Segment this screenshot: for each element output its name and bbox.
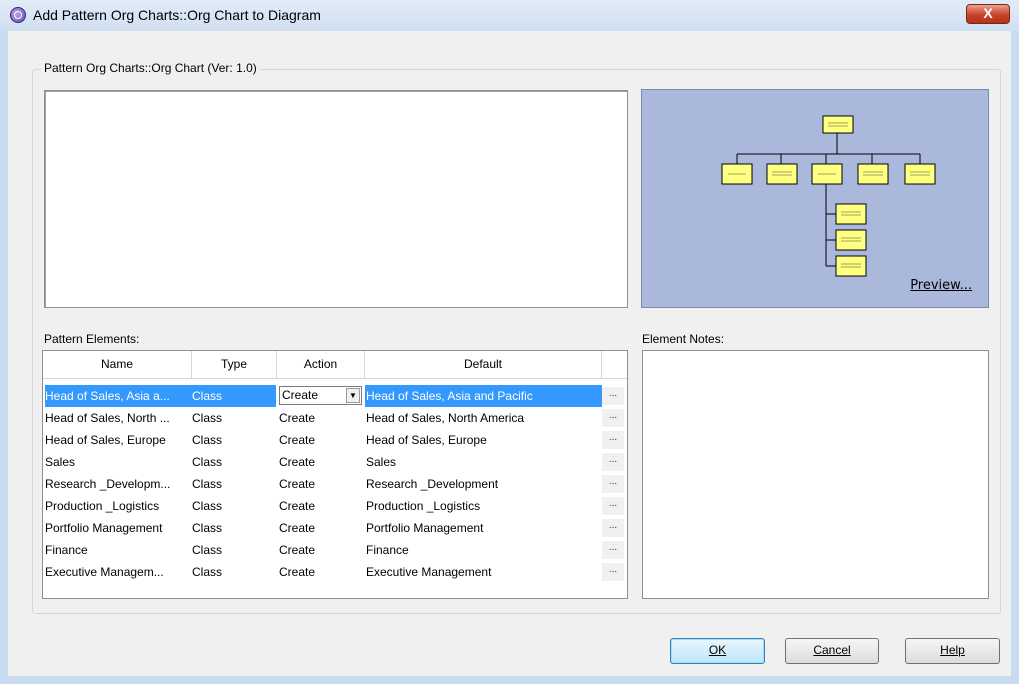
row-more-button[interactable]: ... [602, 453, 624, 471]
cell-action-text: Create [279, 521, 316, 535]
cell-name: Head of Sales, Europe [45, 433, 166, 447]
table-row[interactable]: Executive Managem... Class Create Execut… [43, 561, 627, 583]
cell-action-text: Create [279, 477, 316, 491]
cell-name: Portfolio Management [45, 521, 163, 535]
cell-name: Executive Managem... [45, 565, 164, 579]
pattern-group-label-text: Pattern Org Charts::Org Chart (Ver: 1.0) [44, 61, 257, 75]
cell-type: Class [192, 411, 223, 425]
cell-name: Head of Sales, Asia a... [45, 385, 192, 407]
row-more-button[interactable]: ... [602, 497, 624, 515]
cell-default: Sales [366, 455, 397, 469]
cell-action-text: Create [279, 565, 316, 579]
cell-type: Class [192, 543, 223, 557]
preview-link[interactable]: Preview... [910, 278, 972, 293]
row-more-button[interactable]: ... [602, 387, 624, 405]
row-more-button[interactable]: ... [602, 475, 624, 493]
pattern-elements-label: Pattern Elements: [44, 332, 140, 346]
table-row[interactable]: Portfolio Management Class Create Portfo… [43, 517, 627, 539]
cell-default: Production _Logistics [366, 499, 481, 513]
cell-default: Executive Management [366, 565, 492, 579]
table-row[interactable]: Research _Developm... Class Create Resea… [43, 473, 627, 495]
cell-action: Create [277, 561, 365, 583]
close-button[interactable]: X [966, 4, 1010, 24]
element-notes-label: Element Notes: [642, 332, 725, 346]
table-row[interactable]: Production _Logistics Class Create Produ… [43, 495, 627, 517]
cell-name: Sales [45, 455, 76, 469]
table-row[interactable]: Sales Class Create Sales ... [43, 451, 627, 473]
cell-type: Class [192, 477, 223, 491]
cell-type: Class [192, 433, 223, 447]
table-row[interactable]: Finance Class Create Finance ... [43, 539, 627, 561]
cell-action: Create [277, 451, 365, 473]
window-title: Add Pattern Org Charts::Org Chart to Dia… [33, 7, 321, 23]
cell-action-text: Create [279, 455, 316, 469]
dropdown-arrow-icon[interactable]: ▼ [346, 388, 360, 403]
ok-button[interactable]: OK [670, 638, 765, 664]
cell-action: Create ▼ [277, 385, 365, 407]
cancel-button[interactable]: Cancel [785, 638, 879, 664]
window-border [0, 31, 8, 684]
row-more-button[interactable]: ... [602, 541, 624, 559]
column-header-name[interactable]: Name [43, 351, 192, 378]
ok-button-label: OK [708, 643, 727, 657]
help-button[interactable]: Help [905, 638, 1000, 664]
org-chart-preview-image [721, 115, 936, 277]
column-header-type[interactable]: Type [192, 351, 277, 378]
cell-action-text: Create [279, 433, 316, 447]
cell-action-text: Create [279, 411, 316, 425]
cell-name: Finance [45, 543, 88, 557]
cell-action: Create [277, 429, 365, 451]
table-row[interactable]: Head of Sales, Asia a... Class Create ▼ … [43, 385, 627, 407]
cell-default: Head of Sales, Asia and Pacific [365, 385, 602, 407]
cell-action-text: Create [279, 499, 316, 513]
table-header: Name Type Action Default [43, 351, 627, 379]
pattern-description-area[interactable] [44, 90, 628, 308]
column-header-extra [602, 351, 627, 378]
element-notes-area[interactable] [642, 350, 989, 599]
table-row[interactable]: Head of Sales, Europe Class Create Head … [43, 429, 627, 451]
cell-default: Finance [366, 543, 409, 557]
cell-name: Production _Logistics [45, 499, 160, 513]
row-more-button[interactable]: ... [602, 563, 624, 581]
cell-action: Create [277, 407, 365, 429]
cell-name: Head of Sales, North ... [45, 411, 170, 425]
cell-type: Class [192, 455, 223, 469]
preview-panel[interactable]: Preview... [641, 89, 989, 308]
pattern-group-label: Pattern Org Charts::Org Chart (Ver: 1.0) [41, 61, 260, 75]
column-header-action[interactable]: Action [277, 351, 365, 378]
cell-action: Create [277, 495, 365, 517]
row-more-button[interactable]: ... [602, 519, 624, 537]
app-icon [10, 7, 26, 23]
cell-type: Class [192, 385, 276, 407]
cell-action: Create [277, 539, 365, 561]
row-more-button[interactable]: ... [602, 431, 624, 449]
cell-action-text: Create [279, 543, 316, 557]
help-button-label: Help [940, 643, 965, 657]
cell-type: Class [192, 499, 223, 513]
cancel-button-label: Cancel [813, 643, 851, 657]
cell-default: Head of Sales, Europe [366, 433, 487, 447]
cell-default: Research _Development [366, 477, 499, 491]
cell-type: Class [192, 521, 223, 535]
action-combobox[interactable]: Create ▼ [279, 386, 362, 405]
cell-action: Create [277, 473, 365, 495]
cell-name: Research _Developm... [45, 477, 171, 491]
cell-action: Create [277, 517, 365, 539]
pattern-elements-table[interactable]: Name Type Action Default Head of Sales, … [42, 350, 628, 599]
cell-type: Class [192, 565, 223, 579]
cell-default: Head of Sales, North America [366, 411, 525, 425]
action-combobox-value: Create [282, 388, 319, 402]
table-row[interactable]: Head of Sales, North ... Class Create He… [43, 407, 627, 429]
row-more-button[interactable]: ... [602, 409, 624, 427]
column-header-default[interactable]: Default [365, 351, 602, 378]
cell-default: Portfolio Management [366, 521, 484, 535]
title-bar[interactable]: Add Pattern Org Charts::Org Chart to Dia… [0, 0, 1019, 31]
